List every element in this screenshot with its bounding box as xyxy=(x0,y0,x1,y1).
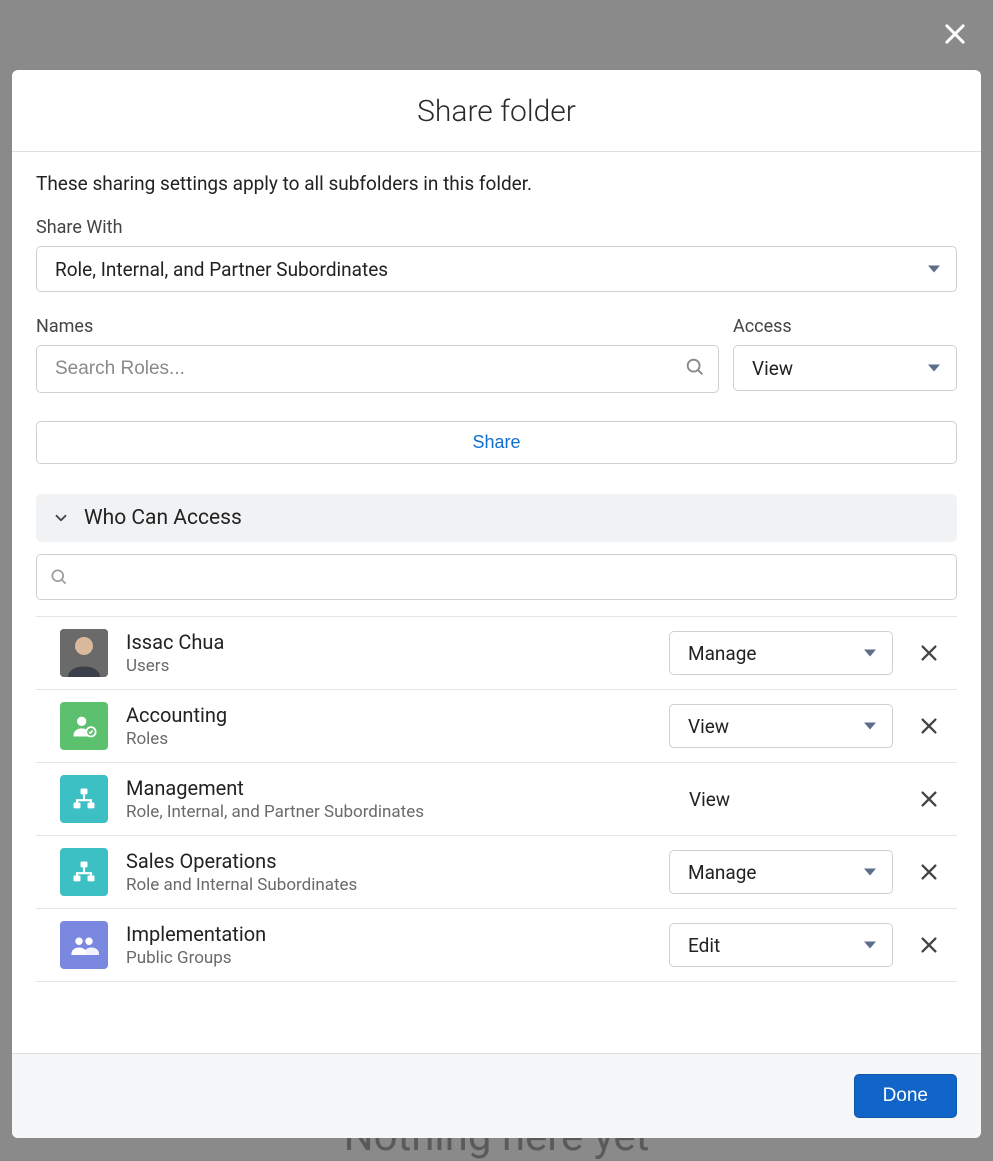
user-avatar xyxy=(60,629,108,677)
entry-type: Role and Internal Subordinates xyxy=(126,875,651,895)
access-value: View xyxy=(752,357,793,380)
row-access-value: View xyxy=(669,788,893,811)
access-label: Access xyxy=(733,316,957,337)
row-access: Edit xyxy=(669,923,893,967)
access-row: Accounting Roles View xyxy=(36,690,957,763)
modal-title: Share folder xyxy=(36,94,957,129)
share-with-value: Role, Internal, and Partner Subordinates xyxy=(55,258,388,281)
entry-text: Sales Operations Role and Internal Subor… xyxy=(126,849,651,895)
share-button[interactable]: Share xyxy=(36,421,957,464)
modal-body: These sharing settings apply to all subf… xyxy=(12,152,981,1053)
access-row: Management Role, Internal, and Partner S… xyxy=(36,763,957,836)
entry-type: Roles xyxy=(126,729,651,749)
entry-text: Management Role, Internal, and Partner S… xyxy=(126,776,651,822)
remove-entry-button[interactable] xyxy=(911,781,947,817)
names-label: Names xyxy=(36,316,719,337)
row-access-value: Edit xyxy=(688,934,720,957)
row-access-value: Manage xyxy=(688,642,757,665)
remove-entry-button[interactable] xyxy=(911,927,947,963)
row-access-select[interactable]: Edit xyxy=(669,923,893,967)
remove-entry-button[interactable] xyxy=(911,854,947,890)
access-select[interactable]: View xyxy=(733,345,957,391)
entry-name: Issac Chua xyxy=(126,630,651,654)
share-with-select[interactable]: Role, Internal, and Partner Subordinates xyxy=(36,246,957,292)
entry-name: Management xyxy=(126,776,651,800)
share-folder-modal: Share folder These sharing settings appl… xyxy=(12,70,981,1138)
close-icon xyxy=(941,20,969,48)
row-access: Manage xyxy=(669,631,893,675)
done-button[interactable]: Done xyxy=(854,1074,957,1118)
entry-type: Public Groups xyxy=(126,948,651,968)
entry-type: Users xyxy=(126,656,651,676)
chevron-down-icon xyxy=(864,723,876,730)
role-icon xyxy=(60,702,108,750)
entry-type: Role, Internal, and Partner Subordinates xyxy=(126,802,651,822)
access-list: Issac Chua Users Manage Accounting Roles… xyxy=(36,616,957,1041)
who-can-access-toggle[interactable]: Who Can Access xyxy=(36,494,957,542)
row-access: Manage xyxy=(669,850,893,894)
entry-text: Accounting Roles xyxy=(126,703,651,749)
entry-text: Implementation Public Groups xyxy=(126,922,651,968)
access-filter-wrap xyxy=(36,554,957,600)
hierarchy-icon xyxy=(60,775,108,823)
access-row: Issac Chua Users Manage xyxy=(36,617,957,690)
chevron-down-icon xyxy=(52,509,70,527)
remove-entry-button[interactable] xyxy=(911,635,947,671)
modal-header: Share folder xyxy=(12,70,981,152)
chevron-down-icon xyxy=(864,942,876,949)
modal-description: These sharing settings apply to all subf… xyxy=(36,172,957,195)
share-with-label: Share With xyxy=(36,217,957,238)
who-can-access-title: Who Can Access xyxy=(84,506,242,530)
access-row: Implementation Public Groups Edit xyxy=(36,909,957,982)
row-access-select[interactable]: Manage xyxy=(669,631,893,675)
close-modal-button[interactable] xyxy=(937,16,973,52)
chevron-down-icon xyxy=(864,869,876,876)
entry-name: Implementation xyxy=(126,922,651,946)
chevron-down-icon xyxy=(928,365,940,372)
search-icon xyxy=(49,567,69,587)
names-search-input[interactable] xyxy=(55,358,672,380)
row-access-value: View xyxy=(688,715,729,738)
modal-footer: Done xyxy=(12,1053,981,1138)
row-access: View xyxy=(669,788,893,811)
names-search-wrap xyxy=(36,345,719,393)
remove-entry-button[interactable] xyxy=(911,708,947,744)
entry-name: Accounting xyxy=(126,703,651,727)
entry-name: Sales Operations xyxy=(126,849,651,873)
access-filter-input[interactable] xyxy=(79,567,944,588)
search-icon xyxy=(684,356,706,382)
access-row: Sales Operations Role and Internal Subor… xyxy=(36,836,957,909)
chevron-down-icon xyxy=(928,266,940,273)
row-access: View xyxy=(669,704,893,748)
group-icon xyxy=(60,921,108,969)
row-access-value: Manage xyxy=(688,861,757,884)
entry-text: Issac Chua Users xyxy=(126,630,651,676)
row-access-select[interactable]: View xyxy=(669,704,893,748)
chevron-down-icon xyxy=(864,650,876,657)
hierarchy-icon xyxy=(60,848,108,896)
row-access-select[interactable]: Manage xyxy=(669,850,893,894)
